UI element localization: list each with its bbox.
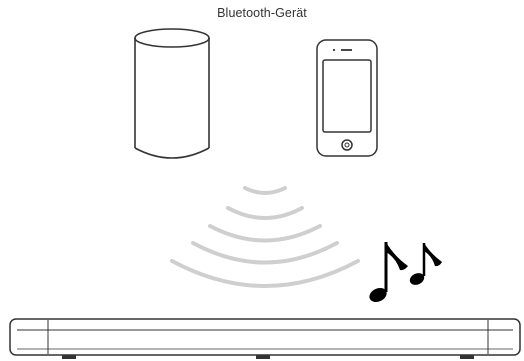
soundbar-icon xyxy=(9,318,521,359)
signal-wave-2 xyxy=(226,206,304,220)
signal-wave-1 xyxy=(243,186,287,195)
smartphone-icon xyxy=(316,39,378,157)
bluetooth-connection-diagram: Bluetooth-Gerät xyxy=(0,0,524,361)
music-note-right xyxy=(409,243,442,285)
wireless-signal-icon xyxy=(170,186,360,288)
bluetooth-speaker-icon xyxy=(134,28,210,159)
music-notes-icon xyxy=(369,242,442,303)
signal-wave-5 xyxy=(170,259,360,288)
signal-wave-3 xyxy=(208,224,322,243)
diagram-canvas xyxy=(9,28,521,359)
signal-wave-4 xyxy=(191,241,339,265)
music-note-left xyxy=(369,242,408,303)
